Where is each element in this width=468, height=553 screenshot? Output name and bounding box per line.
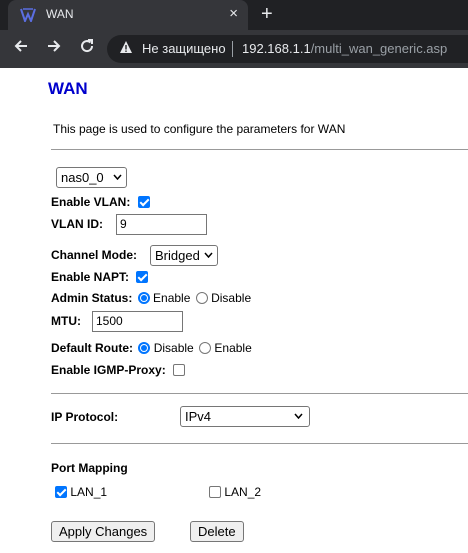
- ip-protocol-value: IPv4: [185, 409, 212, 424]
- channel-mode-value: Bridged: [155, 248, 200, 263]
- channel-mode-label: Channel Mode:: [51, 248, 137, 262]
- new-tab-button[interactable]: +: [261, 3, 273, 26]
- lan1-label[interactable]: LAN_1: [70, 485, 107, 499]
- browser-tab-bar: WAN × +: [0, 0, 468, 30]
- chevron-down-icon: [204, 252, 213, 258]
- admin-status-label: Admin Status:: [51, 291, 133, 305]
- not-secure-label[interactable]: Не защищено: [142, 41, 226, 56]
- channel-mode-select[interactable]: Bridged: [150, 245, 218, 266]
- default-route-row: Default Route: Disable Enable: [51, 341, 252, 355]
- router-favicon-icon: [20, 8, 36, 22]
- apply-changes-button[interactable]: Apply Changes: [51, 521, 156, 542]
- enable-vlan-row: Enable VLAN:: [51, 195, 150, 209]
- address-bar[interactable]: Не защищено 192.168.1.1/multi_wan_generi…: [107, 35, 468, 63]
- divider: [51, 149, 468, 150]
- vlan-id-row: VLAN ID:: [51, 217, 103, 231]
- vlan-id-input[interactable]: 9: [116, 214, 207, 235]
- lan2-label[interactable]: LAN_2: [224, 485, 261, 499]
- channel-mode-row: Channel Mode:: [51, 248, 137, 262]
- igmp-checkbox[interactable]: [173, 364, 186, 376]
- default-route-disable-label[interactable]: Disable: [154, 341, 194, 355]
- igmp-row: Enable IGMP-Proxy:: [51, 363, 186, 377]
- mtu-label: MTU:: [51, 314, 81, 328]
- default-route-label: Default Route:: [51, 341, 133, 355]
- divider: [51, 393, 468, 394]
- back-arrow-icon[interactable]: [12, 37, 30, 60]
- warning-icon[interactable]: [119, 40, 133, 57]
- enable-napt-checkbox[interactable]: [136, 271, 149, 283]
- tab-title: WAN: [46, 7, 74, 21]
- enable-napt-row: Enable NAPT:: [51, 270, 149, 284]
- url-path: /multi_wan_generic.asp: [310, 41, 448, 56]
- page-title: WAN: [48, 79, 88, 98]
- ip-protocol-label: IP Protocol:: [51, 410, 119, 424]
- vlan-id-label: VLAN ID:: [51, 217, 103, 231]
- lan1-checkbox[interactable]: [55, 486, 67, 498]
- admin-status-row: Admin Status: Enable Disable: [51, 291, 251, 305]
- mtu-input[interactable]: 1500: [92, 311, 183, 332]
- lan1-option[interactable]: LAN_1: [55, 485, 107, 499]
- interface-select-value: nas0_0: [61, 170, 104, 185]
- omnibox-divider: [232, 41, 233, 57]
- admin-status-enable-radio[interactable]: [137, 292, 150, 304]
- ip-protocol-select[interactable]: IPv4: [180, 406, 310, 427]
- default-route-enable-label[interactable]: Enable: [214, 341, 251, 355]
- ip-protocol-row: IP Protocol:: [51, 410, 118, 424]
- delete-button[interactable]: Delete: [190, 521, 244, 542]
- lan2-option[interactable]: LAN_2: [209, 485, 261, 499]
- reload-icon[interactable]: [78, 37, 96, 60]
- url-host: 192.168.1.1: [242, 41, 311, 56]
- url-text[interactable]: 192.168.1.1/multi_wan_generic.asp: [242, 41, 447, 56]
- lan2-checkbox[interactable]: [209, 486, 221, 498]
- browser-tab[interactable]: WAN ×: [8, 0, 248, 30]
- tab-close-icon[interactable]: ×: [229, 5, 238, 22]
- enable-vlan-checkbox[interactable]: [137, 196, 150, 208]
- browser-toolbar: Не защищено 192.168.1.1/multi_wan_generi…: [0, 30, 468, 68]
- mtu-row: MTU:: [51, 314, 81, 328]
- forward-arrow-icon[interactable]: [45, 37, 63, 60]
- enable-vlan-label: Enable VLAN:: [51, 195, 131, 209]
- default-route-disable-radio[interactable]: [138, 342, 151, 354]
- admin-status-enable-label[interactable]: Enable: [153, 291, 190, 305]
- enable-napt-label: Enable NAPT:: [51, 270, 130, 284]
- divider: [51, 443, 468, 444]
- interface-select[interactable]: nas0_0: [56, 167, 127, 188]
- chevron-down-icon: [294, 413, 303, 419]
- admin-status-disable-label[interactable]: Disable: [211, 291, 251, 305]
- igmp-label: Enable IGMP-Proxy:: [51, 363, 166, 377]
- admin-status-disable-radio[interactable]: [195, 292, 208, 304]
- chevron-down-icon: [113, 174, 122, 180]
- default-route-enable-radio[interactable]: [199, 342, 212, 354]
- page-description: This page is used to configure the param…: [53, 122, 346, 136]
- port-mapping-heading: Port Mapping: [51, 461, 128, 475]
